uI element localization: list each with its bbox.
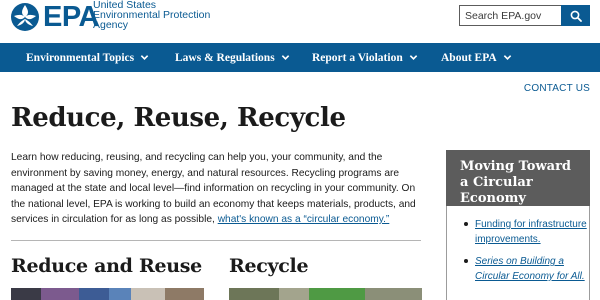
circular-economy-link[interactable]: what's known as a “circular economy.”	[218, 214, 390, 225]
nav-label: Report a Violation	[312, 51, 403, 64]
nav-label: About EPA	[441, 51, 497, 64]
sidebar-link-list: Funding for infrastructure improvements.…	[447, 206, 589, 284]
nav-laws-regulations[interactable]: Laws & Regulations	[175, 43, 290, 72]
chevron-down-icon	[409, 55, 417, 60]
list-item: Series on Building a Circular Economy fo…	[464, 254, 589, 284]
recycle-photo[interactable]	[229, 288, 422, 300]
nav-about-epa[interactable]: About EPA	[441, 43, 512, 72]
nav-report-violation[interactable]: Report a Violation	[312, 43, 418, 72]
logo-text: EPA	[43, 1, 99, 33]
page-title: Reduce, Reuse, Recycle	[11, 103, 346, 133]
search-icon	[570, 10, 582, 22]
section-divider	[11, 240, 421, 241]
section-title-reduce-reuse: Reduce and Reuse	[11, 255, 202, 277]
agency-name: United States Environmental Protection A…	[93, 0, 233, 30]
nav-label: Laws & Regulations	[175, 51, 275, 64]
intro-paragraph: Learn how reducing, reusing, and recycli…	[11, 150, 425, 228]
nav-label: Environmental Topics	[26, 51, 135, 64]
reduce-reuse-photo[interactable]	[11, 288, 204, 300]
funding-infrastructure-link[interactable]: Funding for infrastructure improvements.	[475, 219, 587, 245]
chevron-down-icon	[281, 55, 289, 60]
epa-logo[interactable]: EPA	[10, 2, 99, 32]
list-item: Funding for infrastructure improvements.	[464, 217, 589, 247]
sidebar-heading: Moving Toward a Circular Economy	[446, 150, 590, 206]
search-form	[459, 5, 590, 26]
search-input[interactable]	[459, 5, 561, 26]
site-header: EPA United States Environmental Protecti…	[0, 0, 600, 43]
circular-economy-sidebar: Moving Toward a Circular Economy Funding…	[446, 150, 590, 300]
chevron-down-icon	[503, 55, 511, 60]
agency-line: Agency	[93, 19, 129, 31]
epa-flower-logo-icon	[11, 3, 39, 31]
section-title-recycle: Recycle	[229, 255, 309, 277]
circular-economy-series-link[interactable]: Series on Building a Circular Economy fo…	[475, 256, 585, 282]
search-button[interactable]	[561, 5, 590, 26]
chevron-down-icon	[140, 55, 149, 60]
main-nav: Environmental Topics Laws & Regulations …	[0, 43, 600, 72]
nav-environmental-topics[interactable]: Environmental Topics	[26, 43, 149, 72]
contact-us-link[interactable]: CONTACT US	[524, 83, 590, 94]
